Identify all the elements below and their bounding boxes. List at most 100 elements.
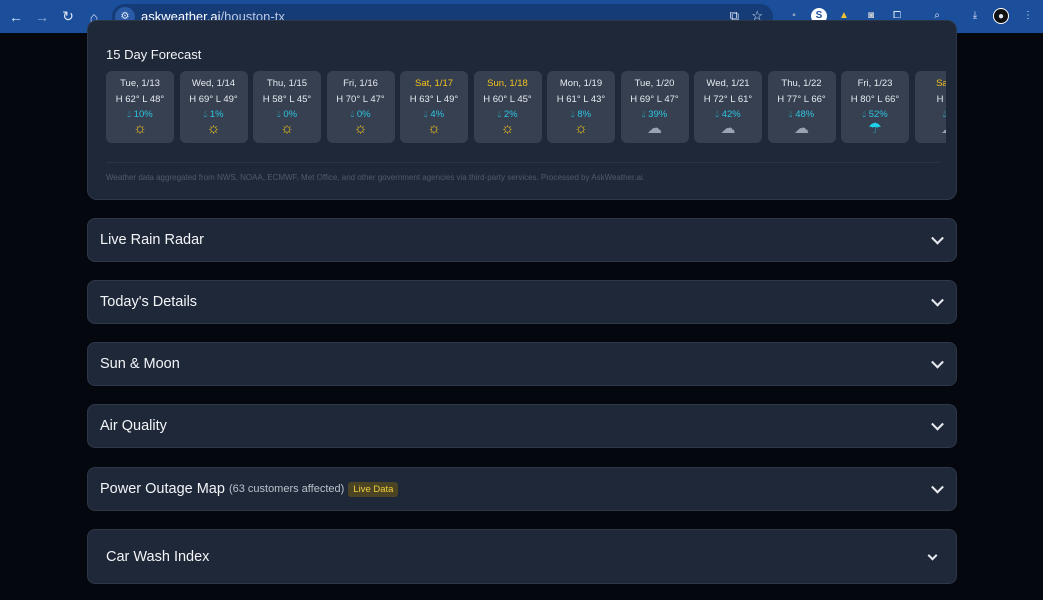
- droplet-icon: 💧︎: [127, 109, 132, 120]
- section-title: Sun & Moon: [100, 356, 180, 372]
- precip-chance: 💧︎ 39%: [641, 109, 668, 120]
- forecast-day-card[interactable]: Thu, 1/15 H 58° L 45° 💧︎ 0% ☼: [253, 71, 321, 143]
- forecast-day-card[interactable]: Sun, 1/18 H 60° L 45° 💧︎ 2% ☼: [473, 71, 542, 143]
- forecast-day-card[interactable]: Wed, 1/21 H 72° L 61° 💧︎ 42% ☁: [694, 71, 762, 143]
- chevron-down-icon[interactable]: [931, 355, 944, 369]
- droplet-icon: 💧︎: [715, 109, 720, 120]
- droplet-icon: 💧︎: [862, 109, 867, 120]
- chevron-down-icon[interactable]: [931, 417, 944, 431]
- forecast-day-card[interactable]: Tue, 1/20 H 69° L 47° 💧︎ 39% ☁: [620, 71, 689, 143]
- chevron-down-icon[interactable]: [927, 550, 938, 561]
- day-label: Mon, 1/19: [559, 78, 603, 89]
- forecast-panel: 15 Day Forecast Tue, 1/13 H 62° L 48° 💧︎…: [87, 20, 957, 200]
- day-label: Tue, 1/13: [120, 78, 160, 89]
- droplet-icon: 💧︎: [350, 109, 355, 120]
- droplet-icon: 💧︎: [423, 109, 428, 120]
- live-data-badge: Live Data: [348, 481, 399, 497]
- droplet-icon: 💧︎: [641, 109, 646, 120]
- high-low: H 65°: [936, 94, 946, 105]
- high-low: H 58° L 45°: [262, 94, 312, 105]
- profile-avatar[interactable]: ●: [993, 8, 1009, 24]
- sun-icon: ☼: [133, 120, 147, 137]
- day-label: Fri, 1/16: [343, 78, 378, 89]
- high-low: H 80° L 66°: [850, 94, 900, 105]
- section-title: Today's Details: [100, 294, 198, 310]
- high-low: H 72° L 61°: [703, 94, 753, 105]
- cloud-icon: ☁: [915, 121, 946, 137]
- sun-icon: ☼: [353, 120, 368, 137]
- high-low: H 61° L 43°: [556, 94, 606, 105]
- day-label: Sun, 1/18: [487, 78, 528, 89]
- forward-icon[interactable]: →: [29, 9, 55, 25]
- menu-icon[interactable]: ⋮: [1020, 8, 1036, 24]
- cloud-icon: ☁: [794, 120, 809, 137]
- precip-chance: 💧︎ 48%: [788, 109, 815, 120]
- day-label: Sat, 1: [936, 78, 946, 89]
- high-low: H 77° L 66°: [777, 94, 826, 105]
- high-low: H 70° L 47°: [336, 94, 385, 105]
- sun-icon: ☼: [206, 120, 221, 137]
- high-low: H 62° L 48°: [115, 94, 165, 105]
- forecast-day-card[interactable]: Wed, 1/14 H 69° L 49° 💧︎ 1% ☼: [179, 71, 248, 143]
- precip-chance: 💧︎ 1%: [203, 109, 224, 120]
- accordion-live-rain-radar[interactable]: Live Rain Radar: [87, 218, 957, 262]
- precip-chance: 💧︎ 0%: [350, 109, 371, 120]
- forecast-day-card[interactable]: Fri, 1/23 H 80° L 66° 💧︎ 52% ☂: [841, 71, 909, 143]
- precip-chance: 💧︎ 2%: [497, 109, 518, 120]
- divider: [106, 162, 940, 163]
- day-label: Wed, 1/14: [191, 78, 236, 89]
- day-label: Thu, 1/22: [781, 78, 822, 89]
- reload-icon[interactable]: ↻: [55, 8, 81, 25]
- section-title: Live Rain Radar: [100, 232, 204, 248]
- chevron-down-icon[interactable]: [931, 480, 944, 494]
- section-title: Air Quality: [100, 418, 167, 434]
- day-label: Sat, 1/17: [414, 78, 454, 89]
- day-label: Fri, 1/23: [857, 78, 893, 89]
- download-icon[interactable]: ⤓: [967, 8, 983, 24]
- precip-chance: 💧︎ 52%: [862, 109, 888, 120]
- precip-chance: 💧︎ 10%: [127, 109, 153, 120]
- precip-chance: 💧︎ 8%: [570, 109, 592, 120]
- precip-chance: 💧︎ 0%: [276, 109, 298, 120]
- droplet-icon: 💧︎: [276, 109, 281, 120]
- day-label: Wed, 1/21: [706, 78, 750, 89]
- day-label: Thu, 1/15: [266, 78, 308, 89]
- droplet-icon: 💧︎: [942, 109, 946, 120]
- forecast-day-card[interactable]: Sat, 1 H 65° 💧︎ 2 ☁: [914, 71, 946, 143]
- forecast-title: 15 Day Forecast: [106, 47, 202, 62]
- forecast-day-card[interactable]: Mon, 1/19 H 61° L 43° 💧︎ 8% ☼: [547, 71, 615, 143]
- precip-chance: 💧︎ 2: [915, 109, 946, 120]
- droplet-icon: 💧︎: [788, 109, 793, 120]
- droplet-icon: 💧︎: [497, 109, 502, 120]
- accordion-air-quality[interactable]: Air Quality: [87, 404, 957, 448]
- high-low: H 60° L 45°: [483, 94, 532, 105]
- section-title: Car Wash Index: [106, 548, 210, 565]
- sun-icon: ☼: [280, 120, 294, 137]
- section-title: Power Outage Map: [100, 481, 225, 497]
- accordion-power-outage-map[interactable]: Power Outage Map (63 customers affected) L…: [87, 467, 957, 511]
- chevron-down-icon[interactable]: [931, 231, 944, 245]
- forecast-day-card[interactable]: Fri, 1/16 H 70° L 47° 💧︎ 0% ☼: [326, 71, 395, 143]
- sun-icon: ☼: [500, 120, 515, 137]
- back-icon[interactable]: ←: [3, 9, 29, 25]
- precip-chance: 💧︎ 4%: [423, 109, 445, 120]
- accordion-car-wash-index[interactable]: Car Wash Index: [87, 529, 957, 584]
- high-low: H 69° L 47°: [630, 94, 679, 105]
- droplet-icon: 💧︎: [570, 109, 575, 120]
- accordion-today-s-details[interactable]: Today's Details: [87, 280, 957, 324]
- forecast-day-card[interactable]: Thu, 1/22 H 77° L 66° 💧︎ 48% ☁: [767, 71, 836, 143]
- rain-icon: ☂: [868, 120, 882, 137]
- sun-icon: ☼: [574, 120, 588, 137]
- precip-chance: 💧︎ 42%: [715, 109, 741, 120]
- droplet-icon: 💧︎: [203, 109, 208, 120]
- chevron-down-icon[interactable]: [931, 293, 944, 307]
- high-low: H 69° L 49°: [189, 94, 238, 105]
- sun-icon: ☼: [427, 120, 441, 137]
- forecast-day-card[interactable]: Sat, 1/17 H 63° L 49° 💧︎ 4% ☼: [400, 71, 468, 143]
- accordion-sun-moon[interactable]: Sun & Moon: [87, 342, 957, 386]
- cloud-icon: ☁: [720, 120, 736, 137]
- forecast-day-card[interactable]: Tue, 1/13 H 62° L 48° 💧︎ 10% ☼: [106, 71, 174, 143]
- section-subtitle: (63 customers affected): [228, 483, 345, 495]
- forecast-cards[interactable]: Tue, 1/13 H 62° L 48° 💧︎ 10% ☼ Wed, 1/14 …: [106, 71, 946, 145]
- data-source-note: Weather data aggregated from NWS, NOAA, …: [106, 173, 645, 182]
